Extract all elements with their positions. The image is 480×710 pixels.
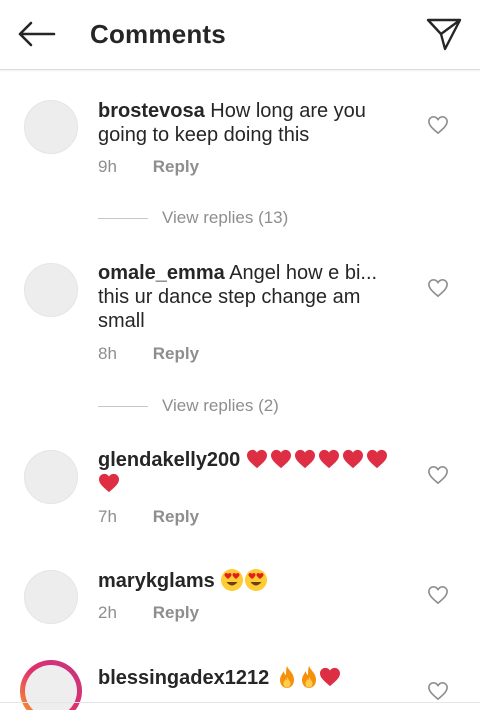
avatar[interactable] bbox=[24, 570, 78, 624]
heart-outline-icon[interactable] bbox=[427, 465, 449, 485]
paper-plane-icon[interactable] bbox=[420, 12, 468, 56]
reply-button[interactable]: Reply bbox=[153, 603, 199, 622]
comment-text: omale_emma Angel how e bi... this ur dan… bbox=[98, 261, 408, 333]
view-replies-label: View replies (2) bbox=[162, 396, 279, 415]
comment-meta: 8h Reply bbox=[98, 344, 199, 364]
comment-time: 9h bbox=[98, 157, 117, 176]
heart-outline-icon[interactable] bbox=[427, 681, 449, 701]
red-heart-emoji-icon bbox=[270, 449, 291, 469]
fire-emoji-icon bbox=[279, 666, 294, 688]
comment-meta: 7h Reply bbox=[98, 507, 199, 527]
avatar[interactable] bbox=[24, 450, 78, 504]
heart-outline-icon[interactable] bbox=[427, 585, 449, 605]
reply-button[interactable]: Reply bbox=[153, 344, 199, 363]
divider bbox=[98, 217, 148, 219]
heart-eyes-face-emoji-icon bbox=[245, 569, 268, 591]
red-heart-emoji-icon bbox=[246, 449, 267, 469]
back-arrow-icon[interactable] bbox=[14, 16, 58, 52]
page-title: Comments bbox=[90, 19, 226, 49]
header-bar: Comments bbox=[0, 0, 480, 70]
comment-time: 2h bbox=[98, 603, 117, 622]
comment-meta: 2h Reply bbox=[98, 603, 199, 623]
comment-time: 8h bbox=[98, 344, 117, 363]
comment-text: marykglams bbox=[98, 568, 408, 593]
comment-meta: 9h Reply bbox=[98, 157, 199, 177]
avatar[interactable] bbox=[24, 100, 78, 154]
view-replies-label: View replies (13) bbox=[162, 208, 289, 227]
divider bbox=[98, 405, 148, 407]
reply-button[interactable]: Reply bbox=[153, 507, 199, 526]
comment-username[interactable]: blessingadex1212 bbox=[98, 667, 269, 689]
comment-username[interactable]: brostevosa bbox=[98, 100, 205, 122]
red-heart-emoji-icon bbox=[319, 667, 340, 687]
red-heart-emoji-icon bbox=[318, 449, 339, 469]
comment-emojis bbox=[275, 666, 343, 689]
bottom-divider bbox=[0, 702, 480, 703]
comment-username[interactable]: marykglams bbox=[98, 570, 215, 592]
comment-text: brostevosa How long are you going to kee… bbox=[98, 99, 408, 147]
comment-time: 7h bbox=[98, 507, 117, 526]
view-replies-button[interactable]: View replies (2) bbox=[98, 394, 398, 418]
red-heart-emoji-icon bbox=[294, 449, 315, 469]
view-replies-button[interactable]: View replies (13) bbox=[98, 206, 398, 230]
comment-text: blessingadex1212 bbox=[98, 665, 408, 690]
comment-username[interactable]: omale_emma bbox=[98, 262, 225, 284]
red-heart-emoji-icon bbox=[99, 473, 119, 493]
red-heart-emoji-icon bbox=[366, 449, 387, 469]
red-heart-emoji-icon bbox=[342, 449, 363, 469]
comment-text: glendakelly200 bbox=[98, 448, 408, 496]
heart-eyes-face-emoji-icon bbox=[221, 569, 244, 591]
comment-username[interactable]: glendakelly200 bbox=[98, 449, 240, 471]
heart-outline-icon[interactable] bbox=[427, 278, 449, 298]
heart-outline-icon[interactable] bbox=[427, 115, 449, 135]
avatar[interactable] bbox=[24, 263, 78, 317]
fire-emoji-icon bbox=[301, 666, 316, 688]
comment-emojis bbox=[220, 569, 268, 592]
reply-button[interactable]: Reply bbox=[153, 157, 199, 176]
